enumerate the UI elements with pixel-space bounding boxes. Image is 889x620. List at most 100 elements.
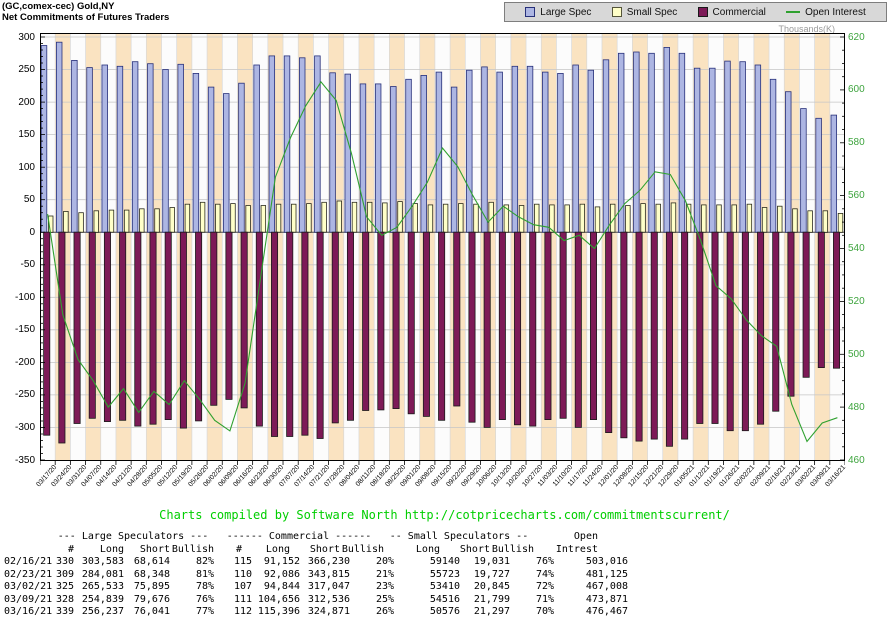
right-axis-tick-label: 620 [848,32,865,43]
table-group-header-cell [4,531,52,544]
table-row-cell: 20,845 [460,581,510,594]
credit-link[interactable]: Charts compiled by Software North http:/… [0,508,889,522]
table-row-cell: 03/02/21 [4,581,52,594]
table-row-cell: 02/16/21 [4,556,52,569]
table-row-cell: 54516 [404,594,460,607]
left-axis-tick-label: 250 [3,64,35,75]
legend-item-large-spec: Large Spec [525,7,591,18]
table-row-cell: 339 [52,606,74,619]
table-row-cell: 21,297 [460,606,510,619]
table-row-cell: 284,081 [74,569,124,582]
left-axis-tick-label: -250 [3,389,35,400]
right-axis-tick-label: 540 [848,243,865,254]
table-row-cell: 303,583 [74,556,124,569]
table-row-cell: 366,230 [300,556,350,569]
table-column-header-cell: Long [242,544,290,557]
table-row-cell: 21% [350,569,404,582]
legend: Large SpecSmall SpecCommercialOpen Inter… [504,2,887,22]
table-column-header: #LongShortBullish#LongShortBullishLongSh… [4,544,628,557]
table-row-cell: 91,152 [252,556,300,569]
table-row-cell: 79,676 [124,594,170,607]
table-row-cell: 312,536 [300,594,350,607]
table-row-cell: 324,871 [300,606,350,619]
table-row-cell: 76,041 [124,606,170,619]
table-row-cell: 03/09/21 [4,594,52,607]
open-interest-swatch-icon [786,11,800,13]
table-column-header-cell: Short [290,544,340,557]
right-axis-tick-label: 600 [848,84,865,95]
table-row-cell: 317,047 [300,581,350,594]
chart-title-line2: Net Commitments of Futures Traders [2,12,169,23]
table-row: 03/09/21328254,83979,67676%111104,656312… [4,594,628,607]
table-row-cell: 68,614 [124,556,170,569]
table-row-cell: 110 [224,569,252,582]
table-row-cell: 50576 [404,606,460,619]
table-row-cell: 19,727 [460,569,510,582]
table-row-cell: 02/23/21 [4,569,52,582]
table-row-cell: 76% [170,594,224,607]
table-row-cell: 476,467 [564,606,628,619]
left-axis-tick-label: -350 [3,455,35,466]
table-row-cell: 343,815 [300,569,350,582]
table-row-cell: 112 [224,606,252,619]
table-row-cell: 107 [224,581,252,594]
table-row-cell: 111 [224,594,252,607]
left-axis-tick-label: -100 [3,292,35,303]
right-axis-tick-label: 480 [848,402,865,413]
table-row-cell: 03/16/21 [4,606,52,619]
legend-label: Open Interest [805,7,866,18]
table-row-cell: 254,839 [74,594,124,607]
legend-label: Commercial [713,7,766,18]
table-row-cell: 82% [170,556,224,569]
table-row-cell: 55723 [404,569,460,582]
table-column-header-cell: Bullish [490,544,534,557]
table-row: 02/16/21330303,58368,61482%11591,152366,… [4,556,628,569]
table-column-header-cell: Intrest [534,544,598,557]
table-row-cell: 74% [510,569,564,582]
table-row-cell: 21,799 [460,594,510,607]
legend-item-open-interest: Open Interest [786,7,866,18]
table-column-header-cell: Long [74,544,124,557]
table-column-header-cell: Short [440,544,490,557]
legend-item-commercial: Commercial [698,7,766,18]
table-row-cell: 20% [350,556,404,569]
table-column-header-cell: Bullish [340,544,384,557]
table-row-cell: 25% [350,594,404,607]
table-row-cell: 26% [350,606,404,619]
table-row-cell: 78% [170,581,224,594]
table-row-cell: 23% [350,581,404,594]
chart-title: (GC,comex-cec) Gold,NY Net Commitments o… [2,1,169,23]
table-column-header-cell [4,544,52,557]
table-row-cell: 72% [510,581,564,594]
table-row-cell: 115 [224,556,252,569]
table-row-cell: 71% [510,594,564,607]
commercial-swatch-icon [698,7,708,17]
left-axis-tick-label: -150 [3,324,35,335]
table-row-cell: 92,086 [252,569,300,582]
chart-title-line1: (GC,comex-cec) Gold,NY [2,1,169,12]
table-group-header-cell: Open [534,531,608,544]
cot-bars-svg [40,33,845,467]
left-axis-tick-label: -300 [3,422,35,433]
left-axis-tick-label: 100 [3,162,35,173]
left-axis-tick-label: 0 [3,227,35,238]
table-row-cell: 94,844 [252,581,300,594]
table-row-cell: 19,031 [460,556,510,569]
table-column-header-cell: Bullish [170,544,214,557]
table-column-header-cell: # [52,544,74,557]
table-row-cell: 115,396 [252,606,300,619]
table-row-cell: 75,895 [124,581,170,594]
table-group-header-cell: --- Large Speculators --- [52,531,214,544]
table-row: 02/23/21309284,08168,34881%11092,086343,… [4,569,628,582]
right-axis-tick-label: 460 [848,455,865,466]
table-row-cell: 76% [510,556,564,569]
table-row-cell: 467,008 [564,581,628,594]
table-row-cell: 104,656 [252,594,300,607]
table-row: 03/02/21325265,53375,89578%10794,844317,… [4,581,628,594]
large-spec-swatch-icon [525,7,535,17]
table-row-cell: 503,016 [564,556,628,569]
left-axis-tick-label: -50 [3,259,35,270]
table-row: 03/16/21339256,23776,04177%112115,396324… [4,606,628,619]
table-row-cell: 68,348 [124,569,170,582]
right-axis-tick-label: 560 [848,190,865,201]
